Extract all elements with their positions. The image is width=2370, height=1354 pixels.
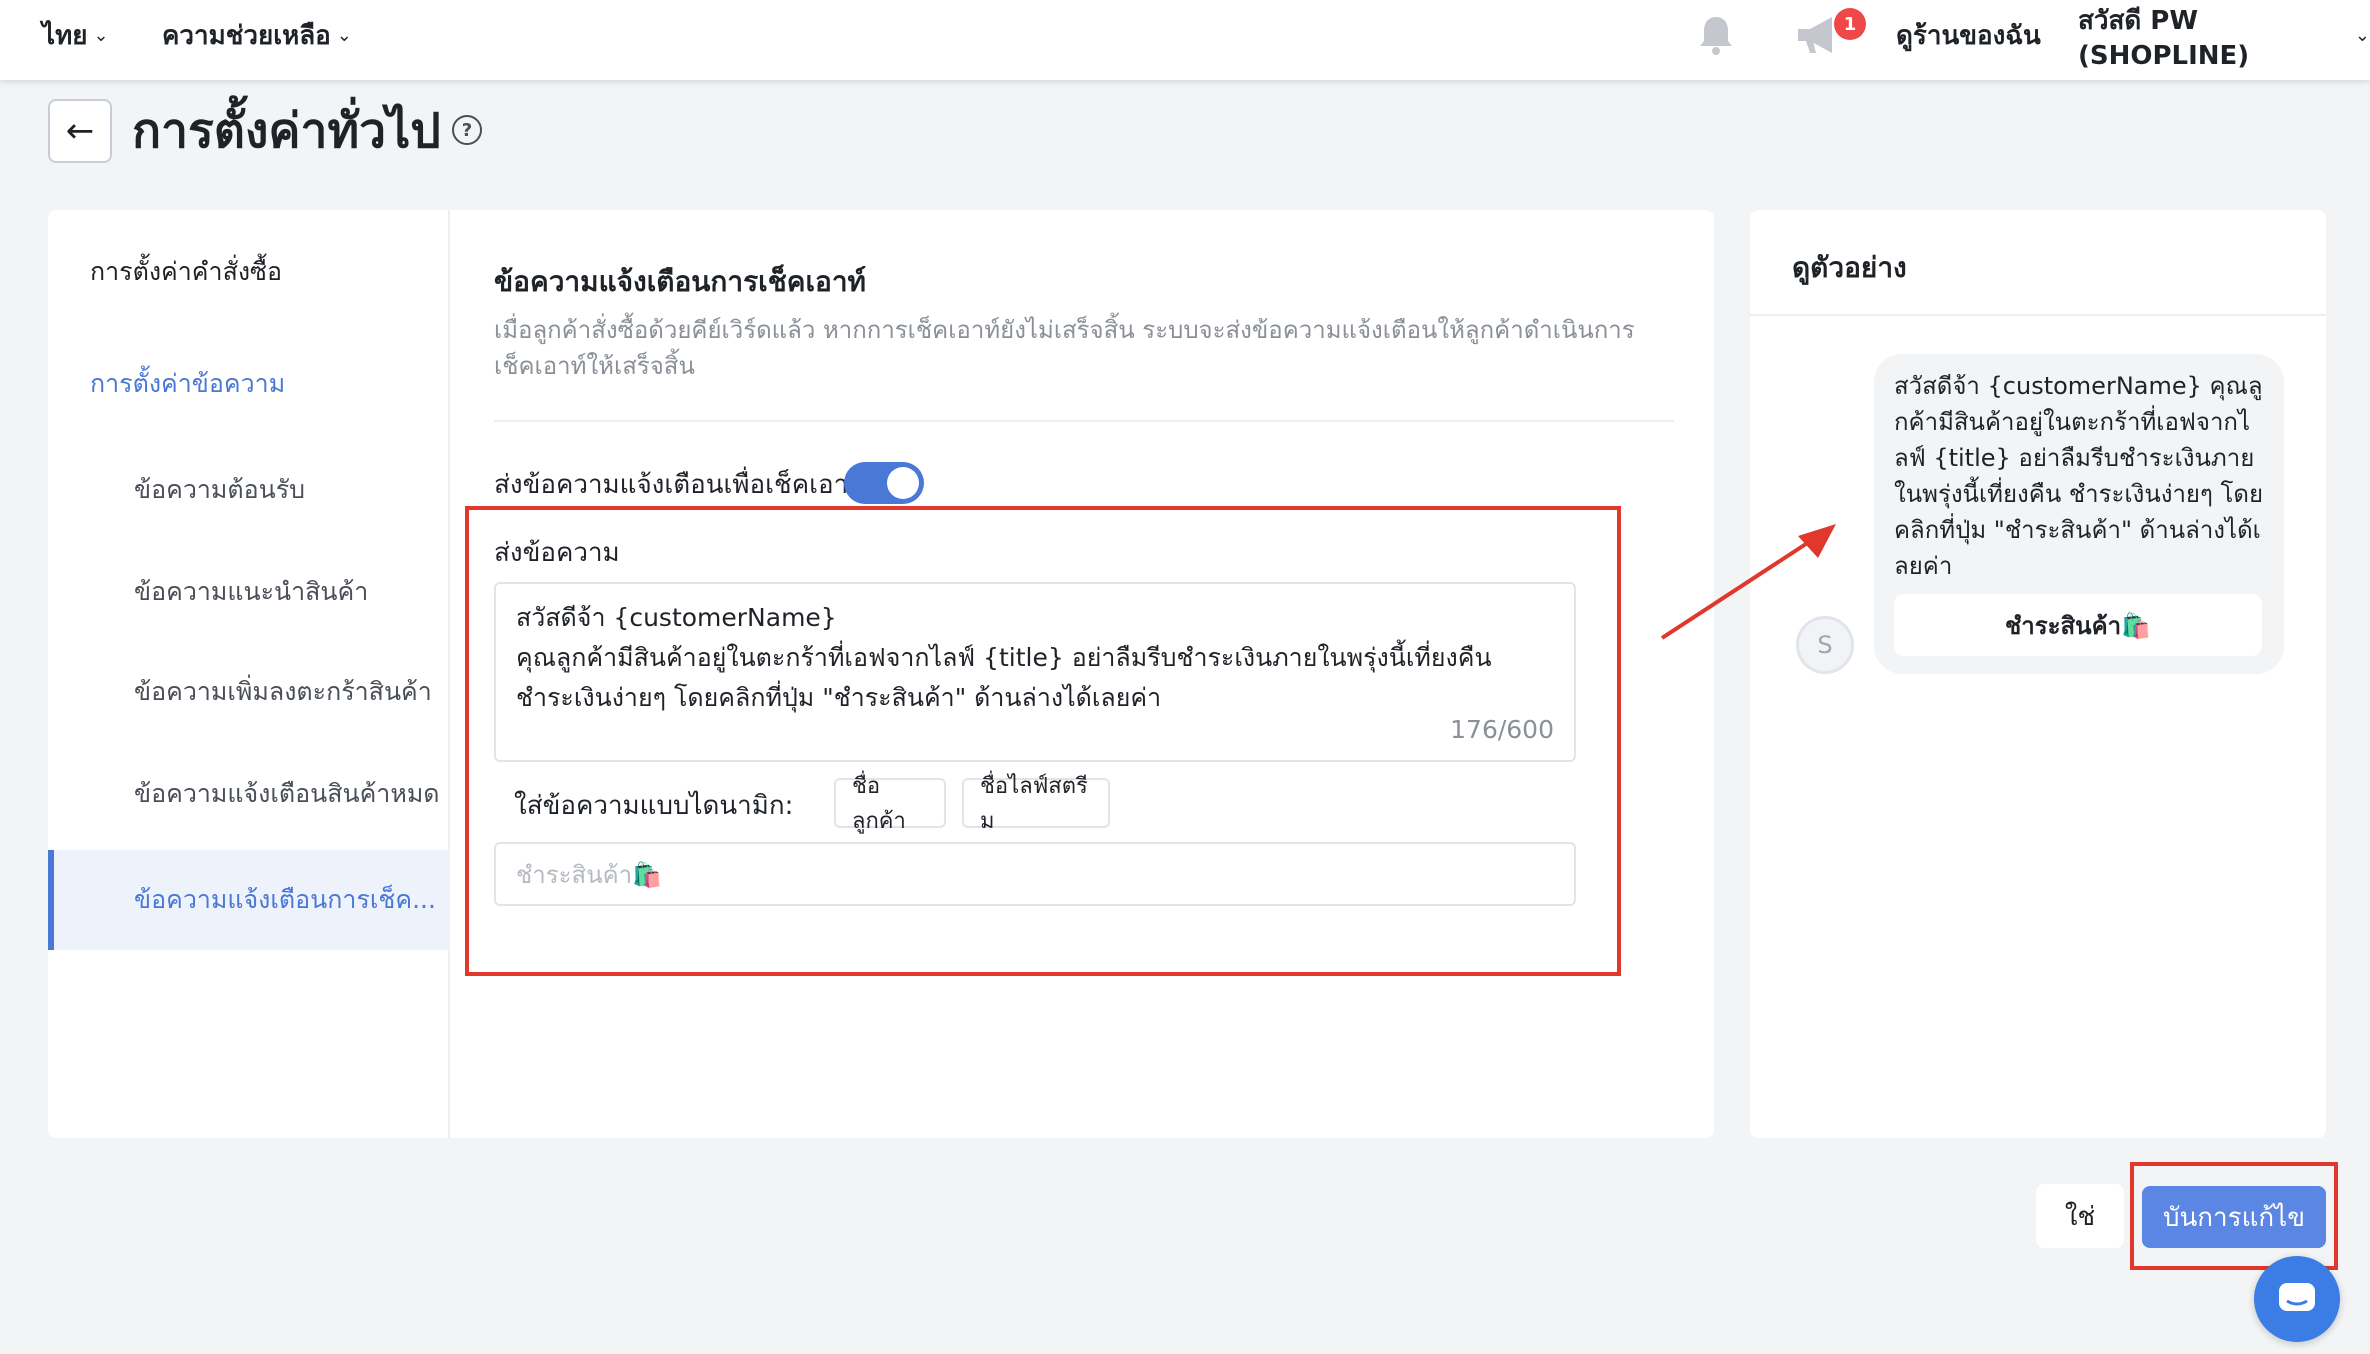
sidebar-item-order-settings[interactable]: การตั้งค่าคำสั่งซื้อ	[48, 232, 450, 312]
sidebar-item-product-recommendation[interactable]: ข้อความแนะนำสินค้า	[48, 552, 450, 632]
help-label: ความช่วยเหลือ	[162, 20, 331, 51]
highlight-box-save	[2130, 1162, 2338, 1270]
divider	[494, 420, 1674, 422]
language-label: ไทย	[42, 20, 88, 51]
help-circle-icon[interactable]: ?	[452, 115, 482, 145]
checkout-reminder-toggle[interactable]	[844, 462, 924, 504]
settings-sidebar: การตั้งค่าคำสั่งซื้อ การตั้งค่าข้อความ ข…	[48, 210, 450, 1138]
preview-message-text: สวัสดีจ้า {customerName} คุณลูกค้ามีสินค…	[1894, 372, 2264, 580]
language-selector[interactable]: ไทย ⌄	[42, 0, 109, 70]
sidebar-item-welcome-message[interactable]: ข้อความต้อนรับ	[48, 450, 450, 530]
preview-pay-button[interactable]: ชำระสินค้า🛍️	[1894, 594, 2262, 656]
sidebar-item-out-of-stock-message[interactable]: ข้อความแจ้งเตือนสินค้าหมด	[48, 754, 450, 834]
sidebar-item-checkout-reminder[interactable]: ข้อความแจ้งเตือนการเช็ค...	[48, 850, 450, 950]
chevron-down-icon: ⌄	[336, 24, 352, 46]
help-menu[interactable]: ความช่วยเหลือ ⌄	[162, 0, 352, 70]
user-menu[interactable]: สวัสดี PW (SHOPLINE) ⌄	[2078, 0, 2370, 71]
toggle-knob	[887, 467, 919, 499]
chat-icon	[2279, 1283, 2315, 1311]
page-title: การตั้งค่าทั่วไป	[132, 103, 441, 159]
chevron-down-icon: ⌄	[93, 24, 109, 46]
back-button[interactable]: ←	[48, 99, 112, 163]
checkout-reminder-toggle-label: ส่งข้อความแจ้งเตือนเพื่อเช็คเอาท์	[494, 470, 866, 500]
cancel-button[interactable]: ใช่	[2036, 1184, 2124, 1248]
preview-card: ดูตัวอย่าง S สวัสดีจ้า {customerName} คุ…	[1750, 210, 2326, 1138]
notification-bell-icon[interactable]	[1696, 0, 1740, 70]
chevron-down-icon: ⌄	[2354, 24, 2370, 46]
my-store-link[interactable]: ดูร้านของฉัน	[1896, 0, 2041, 70]
annotation-arrow-icon	[1660, 524, 1836, 640]
preview-title: ดูตัวอย่าง	[1792, 251, 1907, 284]
highlight-box-message	[465, 506, 1621, 976]
user-greeting: สวัสดี PW (SHOPLINE)	[2078, 5, 2250, 71]
megaphone-icon[interactable]	[1794, 0, 1844, 70]
sidebar-item-add-to-cart-message[interactable]: ข้อความเพิ่มลงตะกร้าสินค้า	[48, 652, 450, 732]
sidebar-item-message-settings[interactable]: การตั้งค่าข้อความ	[48, 344, 450, 424]
chat-support-button[interactable]	[2254, 1256, 2340, 1342]
section-description: เมื่อลูกค้าสั่งซื้อด้วยคีย์เวิร์ดแล้ว หา…	[494, 316, 1635, 380]
top-bar: ไทย ⌄ ความช่วยเหลือ ⌄ 1 ดูร้านของฉัน สวั…	[0, 0, 2370, 80]
preview-message-bubble: สวัสดีจ้า {customerName} คุณลูกค้ามีสินค…	[1874, 354, 2284, 674]
preview-divider	[1750, 314, 2326, 316]
notification-badge: 1	[1834, 8, 1866, 40]
arrow-left-icon: ←	[65, 111, 95, 151]
section-title: ข้อความแจ้งเตือนการเช็คเอาท์	[494, 265, 867, 298]
